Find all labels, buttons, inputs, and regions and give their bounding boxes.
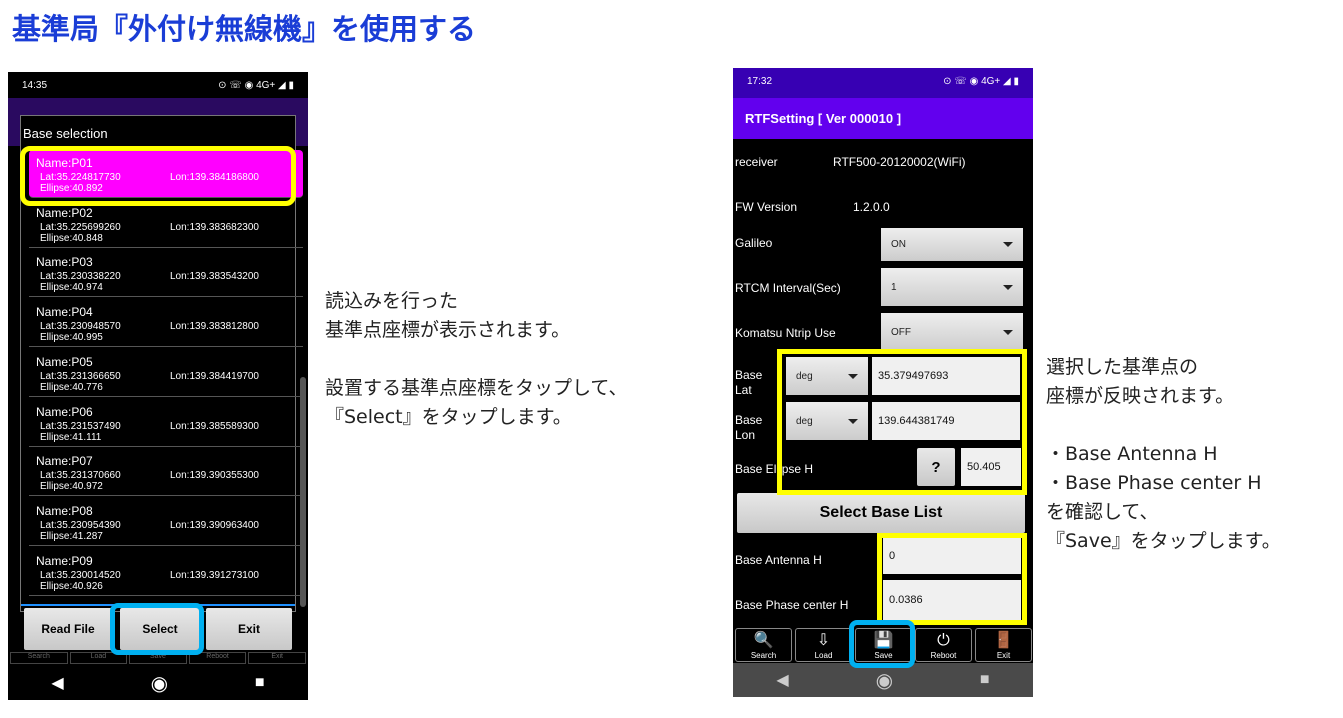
item-lon: Lon:139.390963400	[170, 519, 259, 531]
item-lat: Lat:35.231370660	[40, 470, 121, 482]
toolbar-button-search: Search	[10, 652, 68, 664]
callout-save-button	[849, 620, 915, 668]
callout-antenna-fields	[877, 533, 1027, 625]
item-ellipse: Ellipse:40.926	[40, 580, 103, 592]
base-lon-label: Base Lon	[735, 413, 763, 442]
item-name: Name:P09	[36, 553, 93, 568]
item-name: Name:P03	[36, 255, 93, 270]
item-name: Name:P06	[36, 404, 93, 419]
rtcm-interval-label: RTCM Interval(Sec)	[735, 281, 841, 295]
left-instruction-note: 読込みを行った 基準点座標が表示されます。 設置する基準点座標をタップして、 『…	[325, 290, 628, 428]
right-instruction-note: 選択した基準点の 座標が反映されます。 ・Base Antenna H ・Bas…	[1046, 356, 1281, 552]
item-lon: Lon:139.390355300	[170, 470, 259, 482]
select-base-list-button[interactable]: Select Base List	[737, 493, 1025, 533]
item-ellipse: Ellipse:40.972	[40, 481, 103, 493]
item-name: Name:P02	[36, 205, 93, 220]
galileo-label: Galileo	[735, 236, 773, 250]
fw-version-label: FW Version	[735, 200, 798, 214]
base-list-item[interactable]: Name:P06 Lat:35.231537490 Lon:139.38558930…	[29, 399, 303, 447]
search-icon: 🔍	[753, 632, 774, 649]
app-bar-title: RTFSetting [ Ver 000010 ]	[733, 98, 1033, 139]
callout-base-coords	[777, 349, 1027, 495]
item-ellipse: Ellipse:40.974	[40, 282, 103, 294]
home-icon[interactable]: ◉	[876, 668, 893, 693]
read-file-button[interactable]: Read File	[24, 608, 112, 650]
toolbar-label: Load	[814, 651, 833, 660]
toolbar-button-reboot[interactable]: ⏻ Reboot	[915, 628, 972, 662]
base-lat-label: Base Lat	[735, 368, 763, 397]
home-icon[interactable]: ◉	[151, 671, 168, 696]
exit-icon: 🚪	[993, 632, 1014, 649]
toolbar-button-exit[interactable]: 🚪 Exit	[975, 628, 1032, 662]
galileo-value: ON	[891, 239, 906, 250]
dialog-title: Base selection	[23, 126, 108, 141]
item-lon: Lon:139.385589300	[170, 420, 259, 432]
rtcm-value: 1	[891, 281, 897, 293]
toolbar-label: Reboot	[930, 651, 957, 660]
item-lat: Lat:35.230338220	[40, 271, 121, 283]
receiver-label: receiver	[735, 155, 778, 169]
back-icon[interactable]: ◀	[776, 670, 788, 690]
phase-center-label: Base Phase center H	[735, 598, 849, 612]
status-icons: ⊙ ☏ ◉ 4G+ ◢ ▮	[943, 76, 1019, 87]
item-ellipse: Ellipse:40.776	[40, 381, 103, 393]
item-lat: Lat:35.230954390	[40, 519, 121, 531]
nav-bar: ◀ ◉ ■	[8, 666, 308, 700]
base-list-item[interactable]: Name:P05 Lat:35.231366650 Lon:139.38441970…	[29, 349, 303, 397]
item-lat: Lat:35.231537490	[40, 420, 121, 432]
item-ellipse: Ellipse:40.995	[40, 332, 103, 344]
callout-select-button	[110, 603, 204, 655]
base-list-item[interactable]: Name:P02 Lat:35.225699260 Lon:139.38368230…	[29, 200, 303, 248]
status-time: 14:35	[22, 80, 48, 91]
nav-bar: ◀ ◉ ■	[733, 663, 1033, 697]
exit-button[interactable]: Exit	[206, 608, 292, 650]
base-list-item[interactable]: Name:P03 Lat:35.230338220 Lon:139.38354320…	[29, 249, 303, 298]
power-icon: ⏻	[937, 632, 950, 649]
status-time: 17:32	[747, 76, 773, 87]
fw-version-value: 1.2.0.0	[853, 200, 890, 214]
item-ellipse: Ellipse:41.111	[40, 431, 102, 443]
item-lon: Lon:139.383812800	[170, 321, 259, 333]
back-icon[interactable]: ◀	[51, 673, 63, 693]
page-title: 基準局『外付け無線機』を使用する	[12, 12, 477, 46]
ntrip-label: Komatsu Ntrip Use	[735, 326, 836, 340]
antenna-label: Base Antenna H	[735, 553, 822, 567]
toolbar-button-exit: Exit	[248, 652, 306, 664]
load-icon: ⇩	[816, 632, 831, 649]
item-lon: Lon:139.383543200	[170, 271, 259, 283]
receiver-value: RTF500-20120002(WiFi)	[833, 155, 966, 169]
base-list-item[interactable]: Name:P08 Lat:35.230954390 Lon:139.39096340…	[29, 498, 303, 546]
ntrip-dropdown[interactable]: OFF	[881, 313, 1023, 351]
base-list-item[interactable]: Name:P04 Lat:35.230948570 Lon:139.38381280…	[29, 299, 303, 348]
toolbar-button-load[interactable]: ⇩ Load	[795, 628, 852, 662]
scrollbar[interactable]	[300, 377, 306, 607]
base-list-item[interactable]: Name:P09 Lat:35.230014520 Lon:139.39127310…	[29, 548, 303, 596]
status-bar: 14:35 ⊙ ☏ ◉ 4G+ ◢ ▮	[8, 72, 308, 98]
recents-icon[interactable]: ■	[980, 671, 990, 689]
item-lat: Lat:35.230014520	[40, 569, 121, 581]
toolbar-label: Search	[750, 651, 777, 660]
item-ellipse: Ellipse:40.848	[40, 232, 103, 244]
status-icons: ⊙ ☏ ◉ 4G+ ◢ ▮	[218, 80, 294, 91]
item-lat: Lat:35.230948570	[40, 321, 121, 333]
status-bar: 17:32 ⊙ ☏ ◉ 4G+ ◢ ▮	[733, 68, 1033, 98]
item-name: Name:P08	[36, 503, 93, 518]
item-lon: Lon:139.384419700	[170, 370, 259, 382]
base-list-item[interactable]: Name:P07 Lat:35.231370660 Lon:139.39035530…	[29, 448, 303, 497]
galileo-dropdown[interactable]: ON	[881, 228, 1023, 261]
toolbar-label: Exit	[996, 651, 1011, 660]
item-name: Name:P04	[36, 305, 93, 320]
item-name: Name:P07	[36, 454, 93, 469]
item-lat: Lat:35.231366650	[40, 370, 121, 382]
item-lon: Lon:139.383682300	[170, 221, 259, 233]
toolbar-button-search[interactable]: 🔍 Search	[735, 628, 792, 662]
item-name: Name:P05	[36, 354, 93, 369]
recents-icon[interactable]: ■	[255, 674, 265, 692]
item-lat: Lat:35.225699260	[40, 221, 121, 233]
callout-selected-item	[20, 146, 296, 206]
item-ellipse: Ellipse:41.287	[40, 530, 103, 542]
item-lon: Lon:139.391273100	[170, 569, 259, 581]
ntrip-value: OFF	[891, 326, 911, 338]
rtcm-interval-dropdown[interactable]: 1	[881, 268, 1023, 306]
